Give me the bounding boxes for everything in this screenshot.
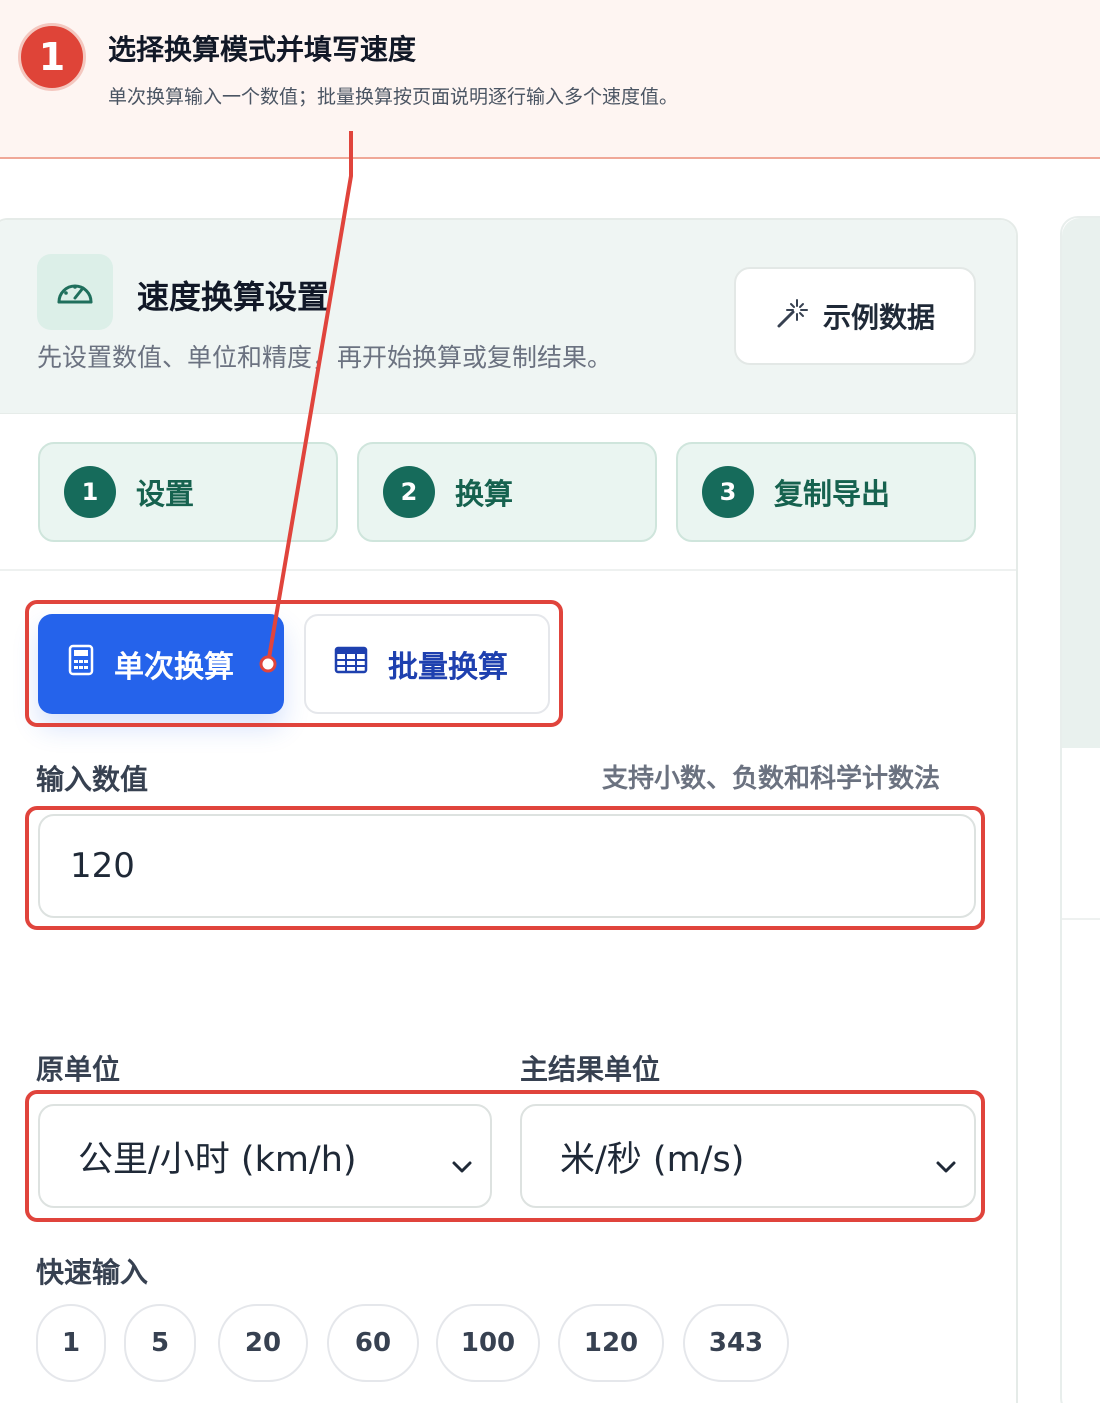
annotation-arrow xyxy=(259,131,353,673)
